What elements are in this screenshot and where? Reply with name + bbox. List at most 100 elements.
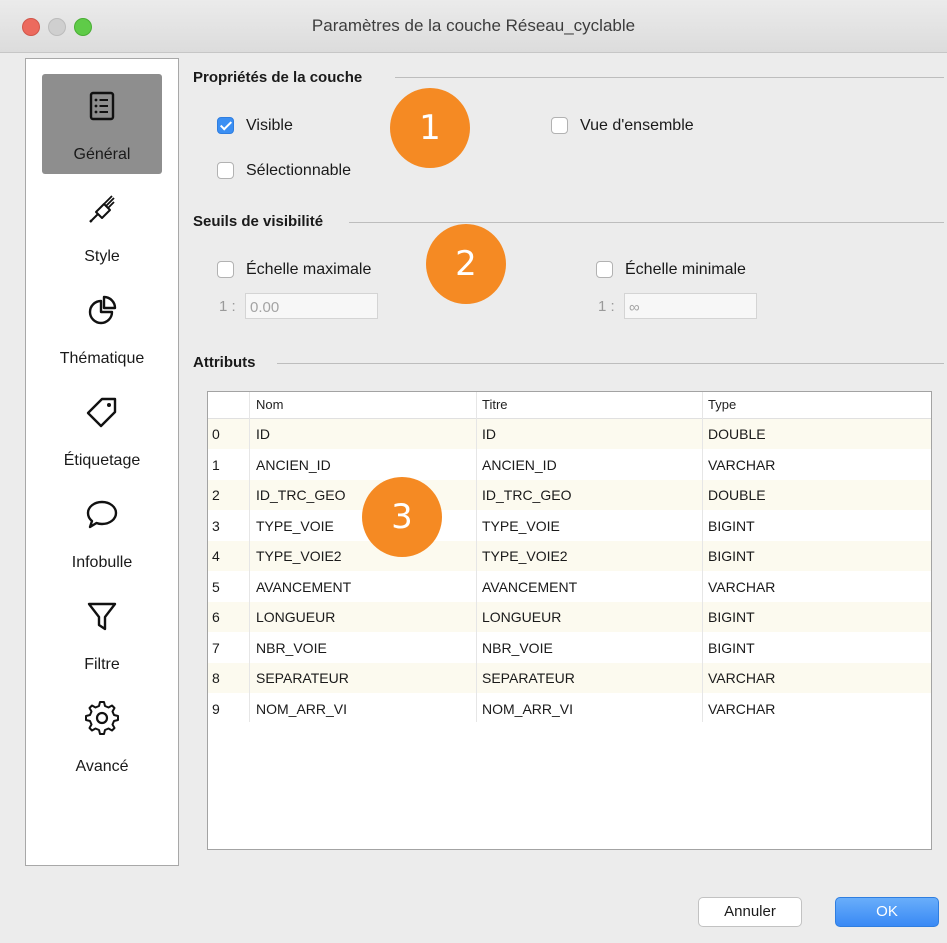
overview-checkbox[interactable] [551,117,568,134]
table-row[interactable]: 3 TYPE_VOIE TYPE_VOIE BIGINT [208,510,931,541]
section-divider [277,363,944,364]
sidebar-item-general[interactable]: Général [42,74,162,174]
callout-badge-2: 2 [426,224,506,304]
min-scale-label: Échelle minimale [625,261,746,278]
table-row[interactable]: 7 NBR_VOIE NBR_VOIE BIGINT [208,632,931,663]
table-row[interactable]: 8 SEPARATEUR SEPARATEUR VARCHAR [208,663,931,693]
cell-index: 9 [212,700,220,717]
cell-titre: NOM_ARR_VI [482,700,574,717]
speech-bubble-icon [84,496,120,532]
column-header-titre[interactable]: Titre [482,397,508,412]
sidebar-item-label: Thématique [59,350,145,367]
column-divider [702,392,703,722]
min-scale-checkbox[interactable] [596,261,613,278]
cell-nom: TYPE_VOIE2 [256,548,342,564]
cancel-button[interactable]: Annuler [698,897,802,927]
attributes-table[interactable]: Nom Titre Type 0 ID ID DOUBLE 1 ANCIEN_ID ANCI… [207,391,932,850]
sidebar-item-avance[interactable]: Avancé [42,686,162,786]
table-row[interactable]: 5 AVANCEMENT AVANCEMENT VARCHAR [208,571,931,602]
cell-nom: ID [256,426,270,442]
callout-badge-1: 1 [390,88,470,168]
cell-titre: TYPE_VOIE2 [482,548,568,564]
cell-type: VARCHAR [708,578,776,595]
sidebar-item-label: Avancé [75,758,129,775]
visible-label: Visible [246,117,293,134]
cell-type: BIGINT [708,609,755,625]
selectable-label: Sélectionnable [246,162,351,179]
sidebar: Général Style Thématique Étiquetage Info [25,58,179,866]
column-divider [476,392,477,722]
cell-index: 1 [212,456,220,473]
cell-type: BIGINT [708,548,755,564]
sidebar-item-filtre[interactable]: Filtre [42,584,162,684]
title-bar: Paramètres de la couche Réseau_cyclable [0,0,947,53]
section-divider [395,77,944,78]
cell-nom: SEPARATEUR [256,670,349,686]
max-scale-input[interactable]: 0.00 [245,293,378,319]
ok-button[interactable]: OK [835,897,939,927]
cell-titre: AVANCEMENT [482,578,578,595]
cell-titre: NBR_VOIE [482,639,553,656]
min-scale-prefix: 1 : [598,298,615,315]
cell-index: 8 [212,670,220,686]
section-divider [349,222,944,223]
sidebar-item-etiquetage[interactable]: Étiquetage [42,380,162,480]
cell-type: DOUBLE [708,487,766,503]
table-row[interactable]: 2 ID_TRC_GEO ID_TRC_GEO DOUBLE [208,480,931,510]
sidebar-item-label: Étiquetage [63,452,141,469]
cell-nom: NBR_VOIE [256,639,327,656]
sidebar-item-thematique[interactable]: Thématique [42,278,162,378]
overview-label: Vue d'ensemble [580,117,694,134]
cell-index: 7 [212,639,220,656]
cell-type: DOUBLE [708,426,766,442]
layer-settings-window: Paramètres de la couche Réseau_cyclable … [0,0,947,943]
cell-index: 2 [212,487,220,503]
cell-index: 0 [212,426,220,442]
max-scale-prefix: 1 : [219,298,236,315]
table-row[interactable]: 4 TYPE_VOIE2 TYPE_VOIE2 BIGINT [208,541,931,571]
sidebar-item-style[interactable]: Style [42,176,162,276]
sidebar-item-infobulle[interactable]: Infobulle [42,482,162,582]
paintbrush-icon [84,190,120,226]
max-scale-checkbox[interactable] [217,261,234,278]
visible-checkbox[interactable] [217,117,234,134]
cell-index: 3 [212,517,220,534]
cell-nom: AVANCEMENT [256,578,352,595]
cell-index: 6 [212,609,220,625]
properties-section-title: Propriétés de la couche [193,69,363,86]
cell-type: VARCHAR [708,456,776,473]
cell-titre: ID_TRC_GEO [482,487,572,503]
table-row[interactable]: 6 LONGUEUR LONGUEUR BIGINT [208,602,931,632]
cell-nom: LONGUEUR [256,609,336,625]
sidebar-item-label: Général [73,146,131,163]
table-row[interactable]: 9 NOM_ARR_VI NOM_ARR_VI VARCHAR [208,693,931,724]
column-divider [249,392,250,722]
sidebar-item-label: Style [84,248,120,265]
tag-icon [84,394,120,430]
cell-titre: ID [482,426,496,442]
min-scale-input[interactable]: ∞ [624,293,757,319]
column-header-type[interactable]: Type [708,397,736,412]
list-icon [84,88,120,124]
sidebar-item-label: Infobulle [71,554,133,571]
cell-type: BIGINT [708,517,755,534]
cell-titre: ANCIEN_ID [482,456,557,473]
table-row[interactable]: 0 ID ID DOUBLE [208,419,931,449]
cell-index: 5 [212,578,220,595]
table-row[interactable]: 1 ANCIEN_ID ANCIEN_ID VARCHAR [208,449,931,480]
cell-nom: ANCIEN_ID [256,456,331,473]
selectable-checkbox[interactable] [217,162,234,179]
callout-badge-3: 3 [362,477,442,557]
window-title: Paramètres de la couche Réseau_cyclable [311,16,636,35]
thresholds-section-title: Seuils de visibilité [193,213,324,230]
sidebar-item-label: Filtre [84,656,120,673]
funnel-icon [84,598,120,634]
cell-nom: TYPE_VOIE [256,517,334,534]
table-header: Nom Titre Type [208,392,931,419]
cell-titre: TYPE_VOIE [482,517,560,534]
attributes-section-title: Attributs [193,354,256,371]
cell-titre: SEPARATEUR [482,670,575,686]
pie-chart-icon [84,292,120,328]
cell-titre: LONGUEUR [482,609,562,625]
column-header-nom[interactable]: Nom [256,397,283,412]
